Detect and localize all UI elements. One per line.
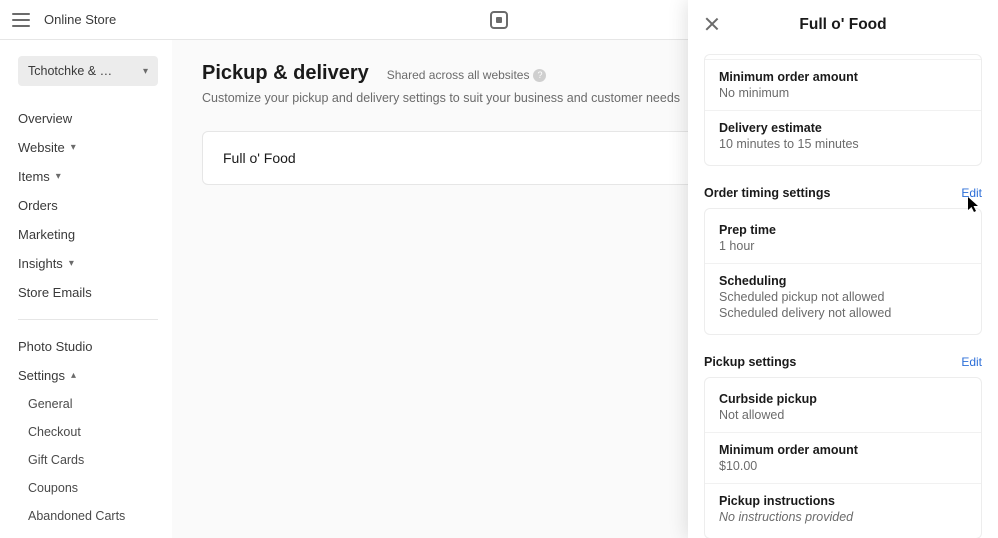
section-title-pickup: Pickup settings xyxy=(704,355,796,369)
location-card[interactable]: Full o' Food xyxy=(202,131,742,185)
field-value: Not allowed xyxy=(719,408,967,422)
chevron-down-icon: ▾ xyxy=(143,66,148,77)
order-timing-card: Prep time 1 hour Scheduling Scheduled pi… xyxy=(704,208,982,335)
sidebar-item-insights[interactable]: Insights ▾ xyxy=(18,249,158,278)
edit-pickup-link[interactable]: Edit xyxy=(961,355,982,369)
sidebar-item-overview[interactable]: Overview xyxy=(18,104,158,133)
field-label: Prep time xyxy=(719,223,967,237)
sidebar-item-store-emails[interactable]: Store Emails xyxy=(18,278,158,307)
sidebar-item-label: Photo Studio xyxy=(18,339,92,354)
sidebar-item-items[interactable]: Items ▾ xyxy=(18,162,158,191)
sidebar-item-orders[interactable]: Orders xyxy=(18,191,158,220)
field-value: 10 minutes to 15 minutes xyxy=(719,137,967,151)
field-label: Scheduling xyxy=(719,274,967,288)
sidebar-item-label: Settings xyxy=(18,368,65,383)
panel-title: Full o' Food xyxy=(799,16,886,34)
sidebar-item-label: Items xyxy=(18,169,50,184)
sidebar-item-label: Overview xyxy=(18,111,72,126)
sidebar-item-label: Orders xyxy=(18,198,58,213)
sidebar-sub-coupons[interactable]: Coupons xyxy=(18,474,158,502)
field-label: Curbside pickup xyxy=(719,392,967,406)
section-title-order-timing: Order timing settings xyxy=(704,186,830,200)
field-label: Minimum order amount xyxy=(719,70,967,84)
site-switcher-label: Tchotchke & Hu... xyxy=(28,64,116,78)
sidebar-item-label: Website xyxy=(18,140,65,155)
field-value: No minimum xyxy=(719,86,967,100)
menu-icon[interactable] xyxy=(12,13,30,27)
sidebar-item-label: Store Emails xyxy=(18,285,92,300)
chevron-down-icon: ▾ xyxy=(56,171,61,182)
sidebar-sub-general[interactable]: General xyxy=(18,390,158,418)
sidebar-item-label: Marketing xyxy=(18,227,75,242)
field-label: Delivery estimate xyxy=(719,121,967,135)
site-switcher[interactable]: Tchotchke & Hu... ▾ xyxy=(18,56,158,86)
field-label: Pickup instructions xyxy=(719,494,967,508)
chevron-down-icon: ▾ xyxy=(69,258,74,269)
field-value: No instructions provided xyxy=(719,510,967,524)
shared-scope-label: Shared across all websites ? xyxy=(387,68,547,82)
square-logo-icon xyxy=(490,11,508,29)
shared-scope-text: Shared across all websites xyxy=(387,68,530,82)
sidebar-item-website[interactable]: Website ▾ xyxy=(18,133,158,162)
chevron-down-icon: ▾ xyxy=(71,142,76,153)
pickup-card: Curbside pickup Not allowed Minimum orde… xyxy=(704,377,982,538)
field-label: Minimum order amount xyxy=(719,443,967,457)
sidebar-item-settings[interactable]: Settings ▴ xyxy=(18,361,158,390)
sidebar-sub-gift-cards[interactable]: Gift Cards xyxy=(18,446,158,474)
field-value: Scheduled pickup not allowed xyxy=(719,290,967,304)
app-brand: Online Store xyxy=(44,12,116,27)
sidebar-item-marketing[interactable]: Marketing xyxy=(18,220,158,249)
edit-order-timing-link[interactable]: Edit xyxy=(961,186,982,200)
details-panel: Full o' Food Minimum order amount No min… xyxy=(688,0,998,538)
chevron-up-icon: ▴ xyxy=(71,370,76,381)
page-title: Pickup & delivery xyxy=(202,62,369,85)
field-value: 1 hour xyxy=(719,239,967,253)
sidebar-item-label: Insights xyxy=(18,256,63,271)
help-icon[interactable]: ? xyxy=(533,69,546,82)
sidebar-item-photo-studio[interactable]: Photo Studio xyxy=(18,332,158,361)
location-card-title: Full o' Food xyxy=(223,150,721,166)
delivery-settings-card: Minimum order amount No minimum Delivery… xyxy=(704,54,982,166)
page-subtitle: Customize your pickup and delivery setti… xyxy=(202,91,742,105)
field-value: Scheduled delivery not allowed xyxy=(719,306,967,320)
sidebar-sub-checkout[interactable]: Checkout xyxy=(18,418,158,446)
sidebar-sub-abandoned-carts[interactable]: Abandoned Carts xyxy=(18,502,158,530)
close-icon[interactable] xyxy=(704,16,720,32)
field-value: $10.00 xyxy=(719,459,967,473)
sidebar: Tchotchke & Hu... ▾ Overview Website ▾ I… xyxy=(0,40,172,538)
divider xyxy=(18,319,158,320)
